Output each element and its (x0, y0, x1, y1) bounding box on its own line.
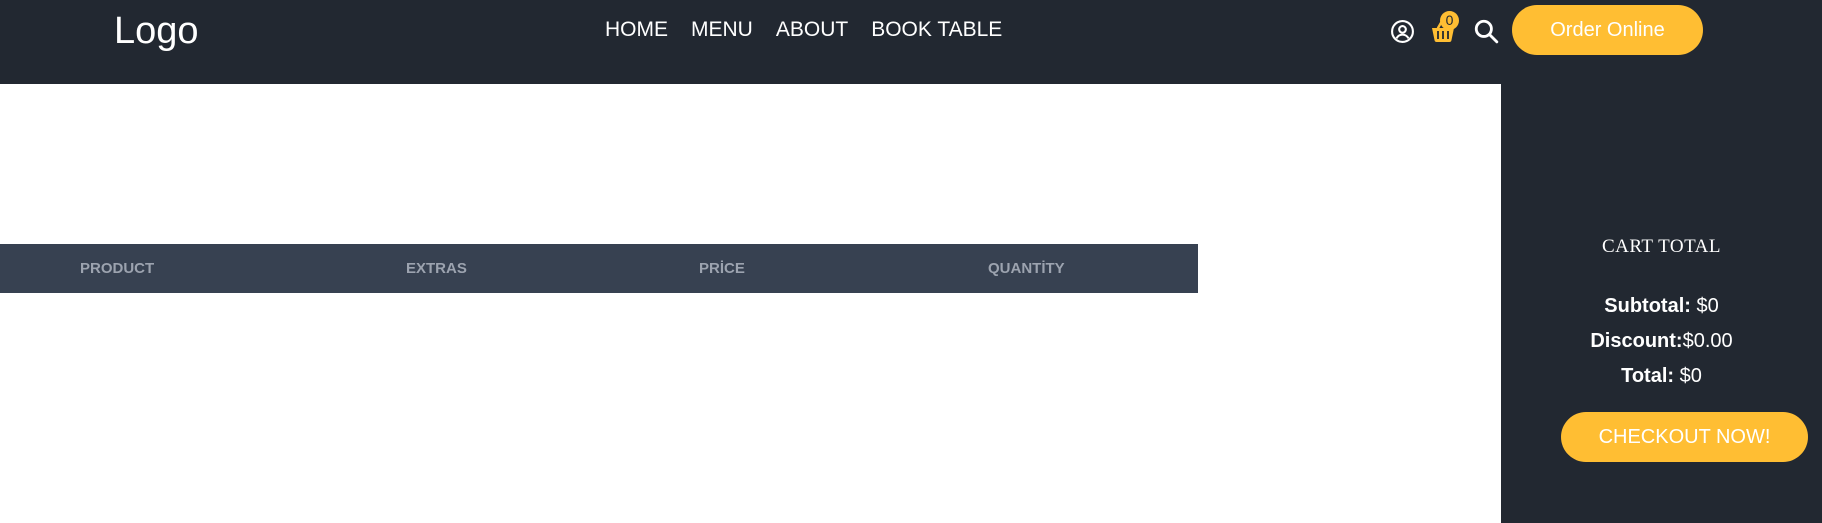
nav-book-table-link[interactable]: BOOK TABLE (871, 18, 1002, 42)
total-label: Total: (1621, 365, 1675, 387)
main-nav: HOME MENU ABOUT BOOK TABLE (605, 18, 1002, 42)
cart-total-panel: CART TOTAL Subtotal: $0 Discount:$0.00 T… (1501, 84, 1822, 523)
total-value: $0 (1674, 365, 1702, 387)
subtotal-label: Subtotal: (1604, 295, 1691, 317)
discount-value: $0.00 (1682, 330, 1733, 352)
total-row: Total: $0 (1501, 365, 1822, 388)
user-icon[interactable] (1390, 19, 1415, 44)
column-header-product: PRODUCT (80, 260, 155, 277)
cart-table-header: PRODUCT EXTRAS PRİCE QUANTİTY (0, 244, 1198, 293)
cart-icon[interactable]: 0 (1429, 11, 1459, 45)
logo[interactable]: Logo (114, 10, 199, 53)
nav-menu-link[interactable]: MENU (691, 18, 753, 42)
checkout-button[interactable]: CHECKOUT NOW! (1561, 412, 1808, 462)
subtotal-row: Subtotal: $0 (1501, 295, 1822, 318)
discount-label: Discount: (1590, 330, 1683, 352)
column-header-extras: EXTRAS (406, 260, 467, 277)
discount-row: Discount:$0.00 (1501, 330, 1822, 353)
nav-home-link[interactable]: HOME (605, 18, 668, 42)
subtotal-value: $0 (1690, 295, 1719, 317)
column-header-price: PRİCE (699, 260, 745, 277)
order-online-button[interactable]: Order Online (1512, 5, 1703, 55)
nav-about-link[interactable]: ABOUT (776, 18, 848, 42)
search-icon[interactable] (1473, 18, 1499, 44)
cart-total-title: CART TOTAL (1602, 236, 1721, 257)
cart-count-badge: 0 (1440, 11, 1459, 30)
header-icons: 0 (1390, 11, 1499, 45)
column-header-quantity: QUANTİTY (988, 260, 1065, 277)
navbar: Logo HOME MENU ABOUT BOOK TABLE 0 Order … (0, 0, 1822, 84)
